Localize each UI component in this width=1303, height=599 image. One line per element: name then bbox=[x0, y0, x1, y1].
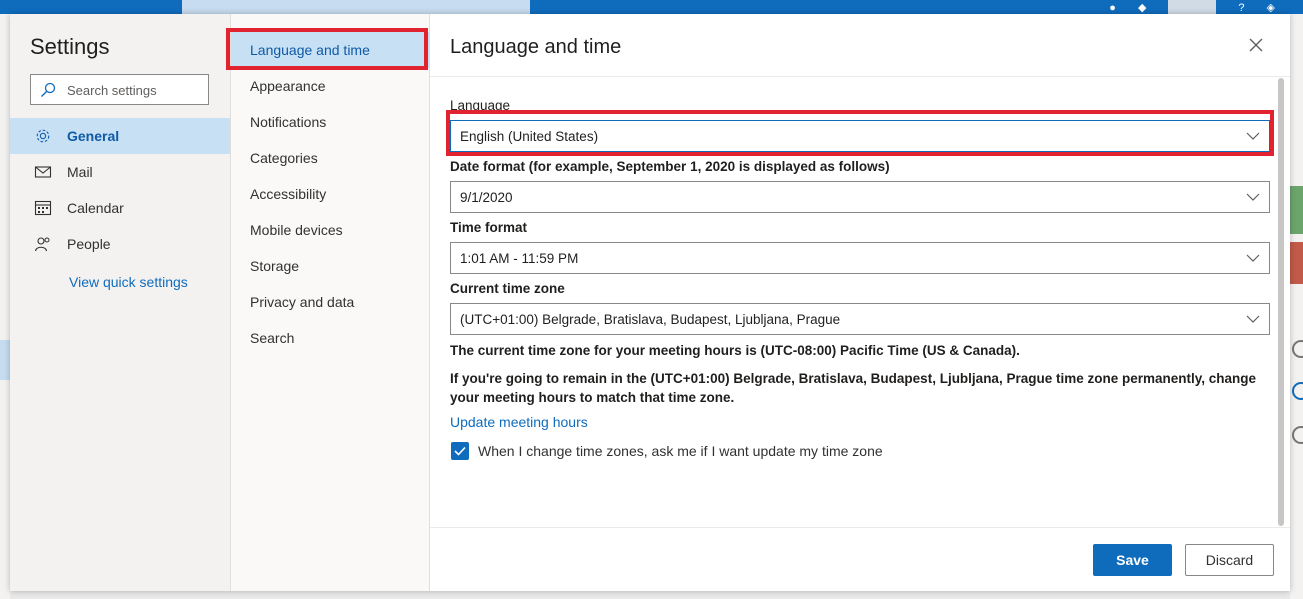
subnav-label: Notifications bbox=[250, 114, 327, 130]
background-left-edge bbox=[0, 14, 10, 599]
calendar-icon bbox=[34, 200, 52, 216]
time-zone-value: (UTC+01:00) Belgrade, Bratislava, Budape… bbox=[460, 312, 841, 327]
subnav-privacy-and-data[interactable]: Privacy and data bbox=[231, 284, 429, 320]
time-zone-dropdown[interactable]: (UTC+01:00) Belgrade, Bratislava, Budape… bbox=[450, 303, 1270, 335]
app-top-bar: ● ◆ ? ◈ bbox=[0, 0, 1303, 14]
help-icon[interactable]: ? bbox=[1238, 2, 1244, 14]
background-circle bbox=[1292, 382, 1303, 400]
settings-dialog: Settings Search settings General Mail Ca… bbox=[10, 14, 1290, 591]
primary-settings-nav: Settings Search settings General Mail Ca… bbox=[10, 14, 230, 591]
time-format-dropdown[interactable]: 1:01 AM - 11:59 PM bbox=[450, 242, 1270, 274]
background-right-edge bbox=[1290, 14, 1303, 599]
time-format-value: 1:01 AM - 11:59 PM bbox=[460, 251, 579, 266]
settings-title: Settings bbox=[30, 34, 110, 59]
content-scrollbar[interactable] bbox=[1278, 78, 1284, 526]
feedback-icon[interactable]: ◈ bbox=[1267, 2, 1275, 14]
subnav-label: Storage bbox=[250, 258, 300, 274]
subnav-label: Privacy and data bbox=[250, 294, 355, 310]
header-divider bbox=[430, 76, 1290, 77]
subnav-language-and-time[interactable]: Language and time bbox=[231, 32, 429, 68]
mail-icon bbox=[34, 166, 52, 178]
subnav-categories[interactable]: Categories bbox=[231, 140, 429, 176]
date-format-dropdown[interactable]: 9/1/2020 bbox=[450, 181, 1270, 213]
settings-content-pane: Language and time Language English (Unit… bbox=[430, 14, 1290, 591]
subnav-mobile-devices[interactable]: Mobile devices bbox=[231, 212, 429, 248]
meeting-hours-note: The current time zone for your meeting h… bbox=[450, 343, 1020, 358]
nav-mail-label: Mail bbox=[67, 164, 93, 180]
subnav-label: Search bbox=[250, 330, 295, 346]
nav-general-label: General bbox=[67, 128, 120, 144]
subnav-storage[interactable]: Storage bbox=[231, 248, 429, 284]
remain-note: If you're going to remain in the (UTC+01… bbox=[450, 371, 1257, 405]
subnav-accessibility[interactable]: Accessibility bbox=[231, 176, 429, 212]
ask-time-zone-checkbox[interactable] bbox=[451, 442, 469, 460]
subnav-appearance[interactable]: Appearance bbox=[231, 68, 429, 104]
checkmark-icon bbox=[454, 446, 466, 456]
date-format-label: Date format (for example, September 1, 2… bbox=[450, 159, 890, 174]
subnav-label: Language and time bbox=[250, 42, 370, 58]
background-block bbox=[0, 340, 10, 380]
ask-time-zone-label: When I change time zones, ask me if I wa… bbox=[478, 443, 883, 459]
chevron-down-icon bbox=[1246, 315, 1260, 323]
secondary-settings-nav: Language and time Appearance Notificatio… bbox=[226, 14, 430, 591]
megaphone-icon[interactable]: ◆ bbox=[1138, 2, 1146, 14]
language-value: English (United States) bbox=[460, 129, 599, 144]
background-circle bbox=[1292, 340, 1303, 358]
subnav-notifications[interactable]: Notifications bbox=[231, 104, 429, 140]
background-image-block bbox=[1290, 186, 1303, 234]
nav-mail[interactable]: Mail bbox=[10, 154, 230, 190]
chevron-down-icon bbox=[1246, 132, 1260, 140]
nav-calendar-label: Calendar bbox=[67, 200, 124, 216]
nav-people-label: People bbox=[67, 236, 111, 252]
search-settings-input[interactable]: Search settings bbox=[30, 74, 209, 105]
close-icon[interactable] bbox=[1249, 38, 1263, 52]
gear-icon bbox=[36, 129, 50, 143]
date-format-value: 9/1/2020 bbox=[460, 190, 513, 205]
language-label: Language bbox=[450, 98, 511, 113]
nav-general[interactable]: General bbox=[10, 118, 230, 154]
subnav-label: Accessibility bbox=[250, 186, 327, 202]
language-dropdown[interactable]: English (United States) bbox=[450, 120, 1270, 152]
time-format-label: Time format bbox=[450, 220, 528, 235]
app-toolbar-icons: ● ◆ ? ◈ bbox=[1109, 0, 1275, 14]
subnav-label: Appearance bbox=[250, 78, 326, 94]
subnav-label: Mobile devices bbox=[250, 222, 343, 238]
nav-people[interactable]: People bbox=[10, 226, 230, 262]
chevron-down-icon bbox=[1246, 254, 1260, 262]
discard-button[interactable]: Discard bbox=[1185, 544, 1274, 576]
skype-icon[interactable]: ● bbox=[1109, 2, 1116, 14]
chevron-down-icon bbox=[1246, 193, 1260, 201]
subnav-search[interactable]: Search bbox=[231, 320, 429, 356]
background-circle bbox=[1292, 426, 1303, 444]
save-button[interactable]: Save bbox=[1093, 544, 1172, 576]
time-zone-label: Current time zone bbox=[450, 281, 565, 296]
app-search-box[interactable] bbox=[182, 0, 530, 14]
search-placeholder: Search settings bbox=[67, 83, 157, 98]
update-meeting-hours-link[interactable]: Update meeting hours bbox=[450, 414, 588, 430]
footer-divider bbox=[430, 527, 1290, 528]
people-icon bbox=[34, 237, 50, 252]
settings-gear-icon[interactable] bbox=[1168, 0, 1217, 14]
nav-calendar[interactable]: Calendar bbox=[10, 190, 230, 226]
view-quick-settings-link[interactable]: View quick settings bbox=[69, 274, 188, 290]
page-title: Language and time bbox=[450, 36, 622, 58]
background-image-block bbox=[1290, 242, 1303, 284]
search-icon bbox=[41, 82, 56, 97]
subnav-label: Categories bbox=[250, 150, 318, 166]
